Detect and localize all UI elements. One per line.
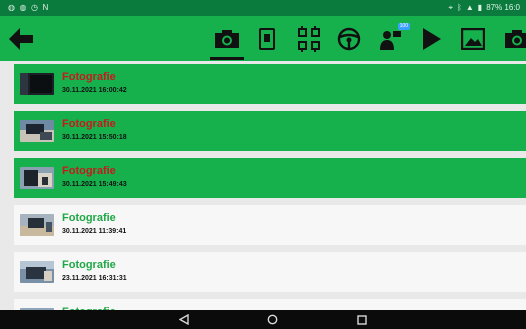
image-icon xyxy=(461,28,485,50)
tab-grid[interactable] xyxy=(292,22,326,56)
status-left-text: N xyxy=(42,3,49,12)
location-icon: ⌖ xyxy=(448,3,454,12)
item-title: Fotografie xyxy=(62,212,116,224)
tab-steering-wheel[interactable] xyxy=(332,22,366,56)
signal-icon: ▲ xyxy=(465,3,474,12)
item-date: 30.11.2021 15:49:43 xyxy=(62,181,127,188)
item-title: Fotografie xyxy=(62,259,116,271)
photo-thumbnail xyxy=(20,214,54,236)
item-title: Fotografie xyxy=(62,118,116,130)
triangle-back-icon xyxy=(179,314,189,325)
photo-list: Fotografie 30.11.2021 16:00:42 Fotografi… xyxy=(14,61,526,329)
battery-icon: ▮ xyxy=(477,3,483,12)
steering-wheel-icon xyxy=(337,27,361,51)
tab-person-sign[interactable]: 100 xyxy=(374,22,410,56)
status-left: ◍ ◍ ◷ N xyxy=(8,0,49,16)
status-bar: ◍ ◍ ◷ N ⌖ ᛒ ▲ ▮ 87% 16:0 xyxy=(0,0,526,16)
bluetooth-icon: ᛒ xyxy=(457,3,462,12)
notification-icon: ◍ xyxy=(8,3,16,12)
square-recents-icon xyxy=(357,314,367,325)
camera-icon xyxy=(505,30,526,48)
back-arrow-icon xyxy=(9,28,33,50)
nav-back-button[interactable] xyxy=(176,312,192,327)
nav-recents-button[interactable] xyxy=(354,312,370,327)
list-item[interactable]: Fotografie 30.11.2021 16:00:42 xyxy=(14,64,526,104)
item-date: 23.11.2021 16:31:31 xyxy=(62,275,127,282)
nav-home-button[interactable] xyxy=(264,312,280,327)
play-icon xyxy=(423,28,441,50)
item-date: 30.11.2021 11:39:41 xyxy=(62,228,127,235)
list-item[interactable]: Fotografie 30.11.2021 15:49:43 xyxy=(14,158,526,198)
toolbar: 100 xyxy=(0,16,526,61)
photo-thumbnail xyxy=(20,120,54,142)
tab-camera[interactable] xyxy=(210,22,244,60)
item-date: 30.11.2021 15:50:18 xyxy=(62,134,127,141)
tab-image[interactable] xyxy=(456,22,490,56)
clock-icon: ◷ xyxy=(30,3,39,12)
status-right-text: 87% 16:0 xyxy=(486,3,520,12)
document-icon xyxy=(259,28,275,50)
tab-document[interactable] xyxy=(250,22,284,56)
person-sign-icon xyxy=(380,31,401,50)
list-item[interactable]: Fotografie 23.11.2021 16:31:31 xyxy=(14,252,526,292)
item-title: Fotografie xyxy=(62,165,116,177)
item-date: 30.11.2021 16:00:42 xyxy=(62,87,127,94)
app-root: ◍ ◍ ◷ N ⌖ ᛒ ▲ ▮ 87% 16:0 100 Fotografie … xyxy=(0,0,526,329)
circle-home-icon xyxy=(267,314,277,325)
tool-badge: 100 xyxy=(397,23,410,30)
photo-thumbnail xyxy=(20,261,54,283)
photo-thumbnail xyxy=(20,73,54,95)
item-title: Fotografie xyxy=(62,71,116,83)
list-item[interactable]: Fotografie 30.11.2021 15:50:18 xyxy=(14,111,526,151)
list-item[interactable]: Fotografie 30.11.2021 11:39:41 xyxy=(14,205,526,245)
photo-thumbnail xyxy=(20,167,54,189)
system-nav-bar xyxy=(0,310,526,329)
notification-icon: ◍ xyxy=(19,3,27,12)
back-button[interactable] xyxy=(6,24,36,54)
tab-play[interactable] xyxy=(414,22,448,56)
status-right: ⌖ ᛒ ▲ ▮ 87% 16:0 xyxy=(449,0,520,16)
camera-icon xyxy=(215,30,239,48)
grid-icon xyxy=(298,26,320,52)
tab-camera-2[interactable] xyxy=(500,22,526,56)
